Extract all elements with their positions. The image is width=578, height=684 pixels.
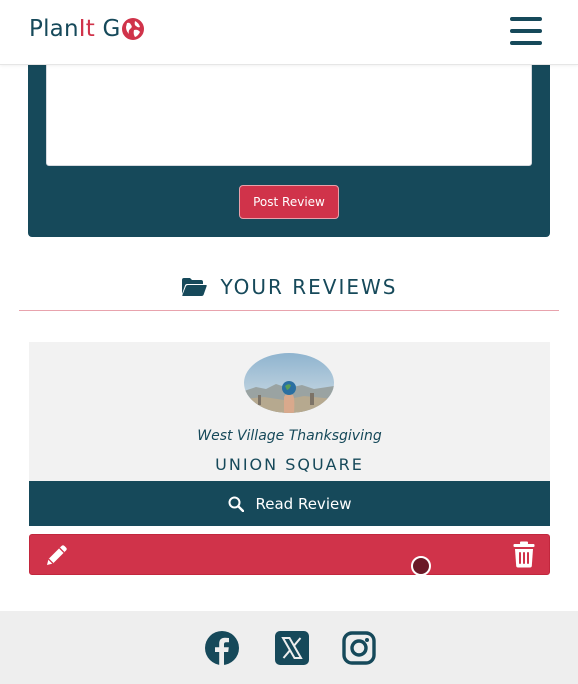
review-card: West Village Thanksgiving UNION SQUARE (29, 342, 550, 482)
pencil-icon[interactable] (44, 542, 70, 568)
brand-text-plan: Plan (29, 16, 79, 42)
page: Plan It G Post Review YOUR REVIEWS West … (0, 0, 578, 684)
read-review-label: Read Review (255, 494, 352, 513)
brand-text-g: G (94, 16, 121, 42)
section-divider (19, 310, 559, 311)
your-reviews-heading: YOUR REVIEWS (0, 272, 578, 302)
brand-logo[interactable]: Plan It G (29, 16, 145, 42)
globe-icon (122, 18, 145, 40)
post-review-button[interactable]: Post Review (239, 185, 339, 219)
search-icon (228, 496, 244, 512)
footer (0, 611, 578, 684)
hamburger-line (510, 29, 542, 33)
review-actions-bar (29, 534, 550, 576)
hamburger-line (510, 41, 542, 45)
menu-toggle-button[interactable] (510, 16, 542, 46)
trash-icon[interactable] (513, 541, 535, 568)
section-title: YOUR REVIEWS (220, 275, 398, 299)
review-thumbnail (244, 353, 334, 413)
review-subtitle: West Village Thanksgiving (197, 428, 382, 444)
review-form: Post Review (28, 40, 550, 237)
brand-text-it: It (78, 16, 95, 42)
read-review-button[interactable]: Read Review (29, 481, 550, 526)
review-title: UNION SQUARE (215, 455, 364, 474)
instagram-icon[interactable] (341, 630, 377, 666)
hamburger-line (510, 17, 542, 21)
navbar: Plan It G (0, 0, 578, 65)
pointer-cursor-indicator (411, 556, 431, 576)
facebook-icon[interactable] (204, 630, 240, 666)
folder-open-icon (181, 278, 207, 296)
review-photo (244, 353, 334, 413)
x-icon[interactable] (274, 630, 310, 666)
